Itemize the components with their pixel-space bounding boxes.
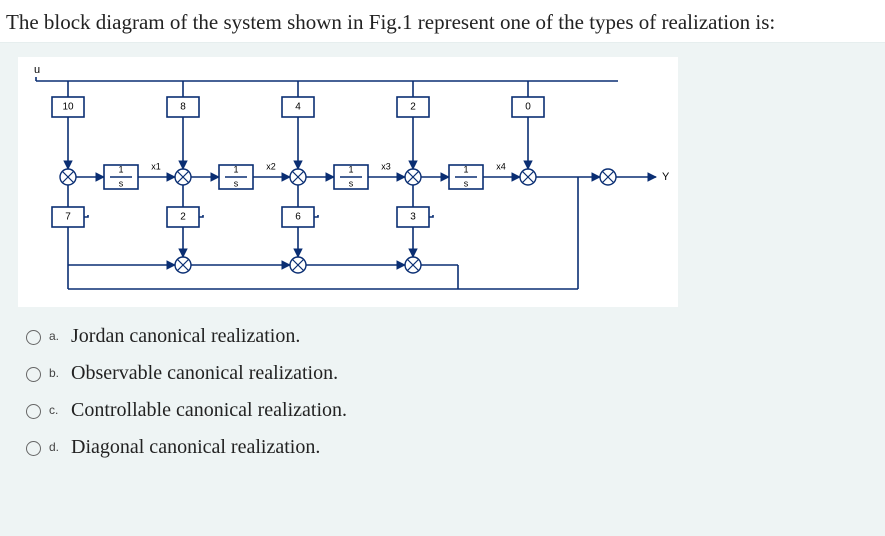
bottom-gain-0: 7 bbox=[52, 185, 88, 289]
option-text: Jordan canonical realization. bbox=[71, 325, 300, 348]
option-letter: a. bbox=[49, 329, 63, 343]
svg-text:7: 7 bbox=[65, 212, 71, 223]
option-d[interactable]: d. Diagonal canonical realization. bbox=[26, 436, 875, 459]
svg-text:s: s bbox=[234, 179, 239, 189]
svg-text:x2: x2 bbox=[266, 162, 276, 172]
option-c[interactable]: c. Controllable canonical realization. bbox=[26, 399, 875, 422]
radio-icon[interactable] bbox=[26, 367, 41, 382]
input-label: u bbox=[34, 64, 40, 76]
sum-bottom-3 bbox=[405, 257, 421, 273]
svg-text:1: 1 bbox=[118, 165, 123, 175]
sum-bottom-1 bbox=[175, 257, 191, 273]
bottom-gain-2: 6 bbox=[282, 185, 318, 257]
integrator-2: 1 s x3 bbox=[306, 162, 405, 190]
sum-bottom-2 bbox=[290, 257, 306, 273]
option-text: Diagonal canonical realization. bbox=[71, 436, 320, 459]
svg-text:1: 1 bbox=[348, 165, 353, 175]
svg-text:8: 8 bbox=[180, 102, 186, 113]
svg-text:1: 1 bbox=[463, 165, 468, 175]
integrator-1: 1 s x2 bbox=[191, 162, 290, 190]
sum-node-3 bbox=[405, 169, 421, 185]
sum-node-out bbox=[600, 169, 616, 185]
svg-text:10: 10 bbox=[62, 102, 74, 113]
svg-text:1: 1 bbox=[233, 165, 238, 175]
svg-text:s: s bbox=[349, 179, 354, 189]
svg-text:3: 3 bbox=[410, 212, 416, 223]
option-letter: d. bbox=[49, 440, 63, 454]
bottom-gain-3: 3 bbox=[397, 185, 433, 257]
svg-text:x3: x3 bbox=[381, 162, 391, 172]
sum-node-0 bbox=[60, 169, 76, 185]
question-text: The block diagram of the system shown in… bbox=[6, 10, 775, 34]
sum-node-1 bbox=[175, 169, 191, 185]
top-gain-0: 10 bbox=[52, 81, 84, 169]
svg-text:x1: x1 bbox=[151, 162, 161, 172]
top-gain-1: 8 bbox=[167, 81, 199, 169]
svg-text:s: s bbox=[119, 179, 124, 189]
radio-icon[interactable] bbox=[26, 404, 41, 419]
svg-text:s: s bbox=[464, 179, 469, 189]
svg-text:x4: x4 bbox=[496, 162, 506, 172]
question-area: The block diagram of the system shown in… bbox=[0, 0, 885, 43]
top-gain-4: 0 bbox=[512, 81, 544, 169]
options-list: a. Jordan canonical realization. b. Obse… bbox=[0, 307, 885, 483]
top-gain-2: 4 bbox=[282, 81, 314, 169]
integrator-0: 1 s x1 bbox=[76, 162, 175, 190]
option-letter: b. bbox=[49, 366, 63, 380]
sum-node-2 bbox=[290, 169, 306, 185]
output-label: Y bbox=[662, 171, 670, 183]
svg-text:2: 2 bbox=[410, 102, 416, 113]
top-gain-3: 2 bbox=[397, 81, 429, 169]
option-letter: c. bbox=[49, 403, 63, 417]
option-text: Observable canonical realization. bbox=[71, 362, 338, 385]
radio-icon[interactable] bbox=[26, 441, 41, 456]
radio-icon[interactable] bbox=[26, 330, 41, 345]
bottom-gain-1: 2 bbox=[167, 185, 203, 257]
sum-node-4 bbox=[520, 169, 536, 185]
option-text: Controllable canonical realization. bbox=[71, 399, 347, 422]
option-a[interactable]: a. Jordan canonical realization. bbox=[26, 325, 875, 348]
option-b[interactable]: b. Observable canonical realization. bbox=[26, 362, 875, 385]
svg-text:4: 4 bbox=[295, 102, 301, 113]
svg-text:2: 2 bbox=[180, 212, 186, 223]
svg-text:0: 0 bbox=[525, 102, 531, 113]
svg-text:6: 6 bbox=[295, 212, 301, 223]
block-diagram: .wire { stroke:#0a2e73; stroke-width:1.6… bbox=[18, 57, 678, 307]
integrator-3: 1 s x4 bbox=[421, 162, 520, 190]
